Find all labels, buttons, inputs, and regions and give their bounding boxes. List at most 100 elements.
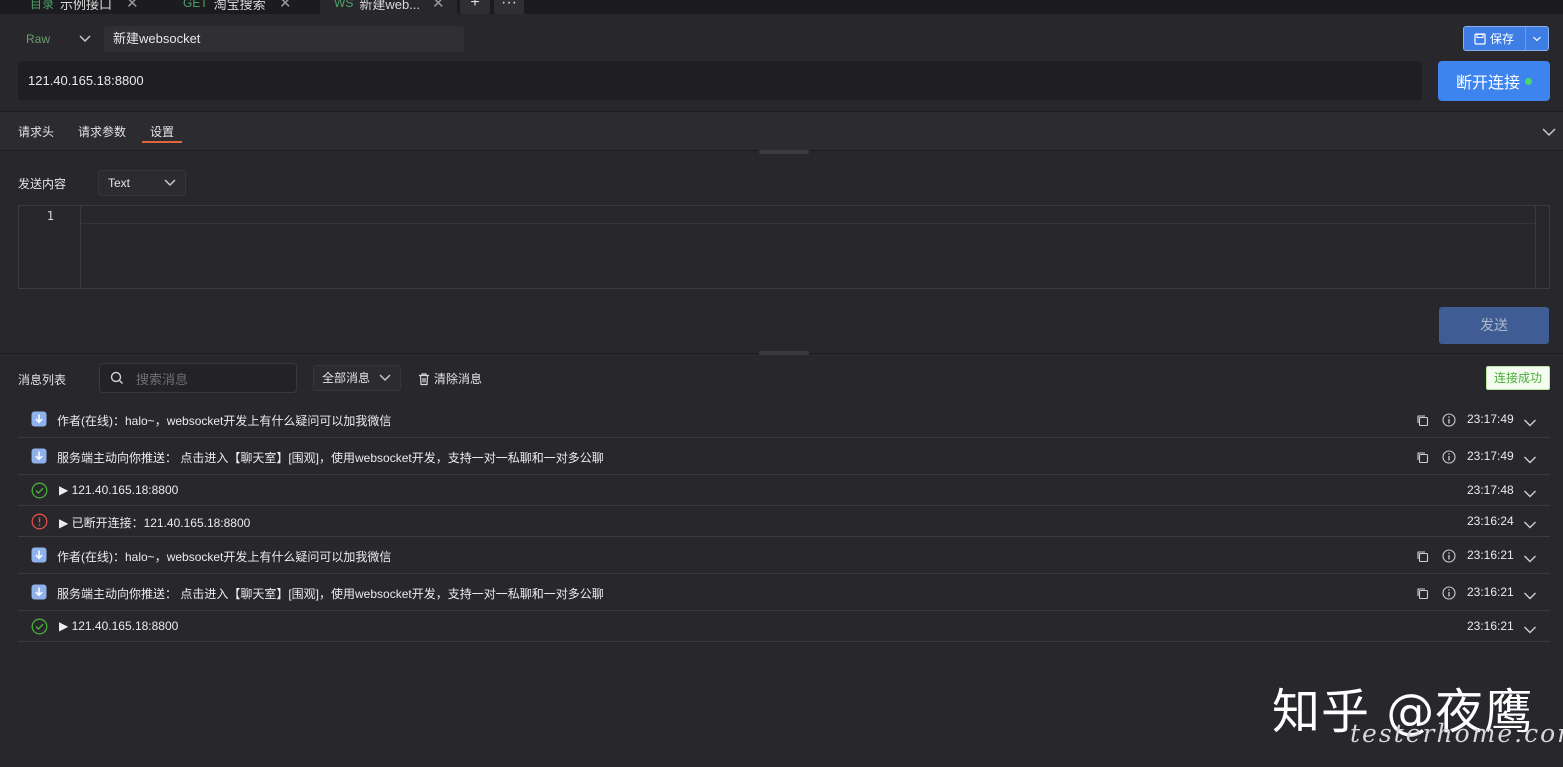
copy-button[interactable] bbox=[1416, 451, 1429, 469]
clear-messages-button[interactable]: 清除消息 bbox=[417, 370, 482, 387]
close-icon[interactable]: ✕ bbox=[279, 0, 292, 12]
message-text: 作者(在线)：halo~，websocket开发上有什么疑问可以加我微信 bbox=[57, 414, 392, 428]
info-icon bbox=[1442, 586, 1456, 600]
message-text: 服务端主动向你推送： 点击进入【聊天室】[围观]，使用websocket开发，支… bbox=[57, 587, 604, 601]
chevron-down-icon bbox=[1524, 490, 1536, 498]
message-time: 23:17:49 bbox=[1467, 412, 1514, 426]
chevron-down-icon bbox=[1524, 626, 1536, 634]
message-time: 23:17:49 bbox=[1467, 449, 1514, 463]
expand-button[interactable] bbox=[1523, 517, 1537, 535]
message-time: 23:16:21 bbox=[1467, 619, 1514, 633]
tab-taobao-search[interactable]: GET 淘宝搜索 ✕ bbox=[183, 0, 308, 14]
message-type-icon bbox=[31, 584, 47, 605]
add-tab-button[interactable]: + bbox=[460, 0, 490, 14]
expand-button[interactable] bbox=[1523, 486, 1537, 504]
message-row[interactable]: 服务端主动向你推送： 点击进入【聊天室】[围观]，使用websocket开发，支… bbox=[18, 574, 1550, 611]
message-row[interactable]: 作者(在线)：halo~，websocket开发上有什么疑问可以加我微信 23:1… bbox=[18, 537, 1550, 574]
message-time: 23:16:24 bbox=[1467, 514, 1514, 528]
message-editor[interactable]: 1 bbox=[18, 205, 1550, 289]
info-button[interactable] bbox=[1442, 413, 1456, 432]
tab-params[interactable]: 请求参数 bbox=[78, 123, 126, 140]
send-button[interactable]: 发送 bbox=[1439, 307, 1549, 344]
chevron-down-icon bbox=[1533, 36, 1541, 41]
current-line bbox=[81, 206, 1535, 224]
active-tab-indicator bbox=[142, 141, 182, 143]
message-text: ▶ 已断开连接：121.40.165.18:8800 bbox=[59, 516, 251, 530]
save-label: 保存 bbox=[1490, 32, 1515, 46]
check-circle-icon bbox=[31, 482, 48, 499]
tab-label: 示例接口 bbox=[60, 0, 113, 12]
tab-method: GET bbox=[183, 0, 208, 10]
copy-button[interactable] bbox=[1416, 587, 1429, 605]
expand-button[interactable] bbox=[1523, 551, 1537, 569]
request-subtabs: 请求头 请求参数 设置 bbox=[0, 111, 1563, 151]
download-arrow-icon bbox=[31, 547, 47, 563]
message-time: 23:16:21 bbox=[1467, 585, 1514, 599]
resize-handle[interactable] bbox=[759, 150, 809, 154]
disconnect-label: 断开连接 bbox=[1455, 75, 1520, 92]
tab-label: 淘宝搜索 bbox=[213, 0, 266, 12]
message-row[interactable]: ▶ 已断开连接：121.40.165.18:8800 23:16:24 bbox=[18, 506, 1550, 537]
save-options-button[interactable] bbox=[1526, 32, 1548, 46]
close-icon[interactable]: ✕ bbox=[432, 0, 445, 12]
clear-messages-label: 清除消息 bbox=[434, 372, 483, 386]
editor-scrollbar[interactable] bbox=[1535, 206, 1549, 288]
disconnect-button[interactable]: 断开连接 bbox=[1438, 61, 1550, 101]
tab-headers[interactable]: 请求头 bbox=[18, 123, 54, 140]
info-button[interactable] bbox=[1442, 549, 1456, 568]
search-placeholder: 搜索消息 bbox=[136, 371, 189, 387]
alert-circle-icon bbox=[31, 513, 48, 530]
info-icon bbox=[1442, 413, 1456, 427]
message-text: ▶ 121.40.165.18:8800 bbox=[59, 483, 179, 497]
message-filter-select[interactable]: 全部消息 bbox=[313, 365, 401, 391]
send-content-label: 发送内容 bbox=[18, 177, 67, 191]
content-type-value: Text bbox=[108, 176, 131, 190]
filter-value: 全部消息 bbox=[322, 371, 371, 385]
message-text: 服务端主动向你推送： 点击进入【聊天室】[围观]，使用websocket开发，支… bbox=[57, 451, 604, 465]
download-arrow-icon bbox=[31, 448, 47, 464]
tab-bar: 目录 示例接口 ✕ GET 淘宝搜索 ✕ WS 新建web... ✕ + ··· bbox=[0, 0, 1563, 14]
message-list-label: 消息列表 bbox=[18, 373, 67, 387]
search-input[interactable]: 搜索消息 bbox=[99, 363, 297, 393]
tab-settings[interactable]: 设置 bbox=[150, 123, 174, 140]
message-type-icon bbox=[31, 448, 47, 469]
save-button[interactable]: 保存 bbox=[1463, 26, 1549, 51]
tab-method: 目录 bbox=[30, 0, 55, 11]
expand-button[interactable] bbox=[1523, 588, 1537, 606]
url-input[interactable]: 121.40.165.18:8800 bbox=[18, 61, 1422, 100]
tab-method: WS bbox=[334, 0, 354, 10]
message-time: 23:16:21 bbox=[1467, 548, 1514, 562]
message-row[interactable]: 作者(在线)：halo~，websocket开发上有什么疑问可以加我微信 23:1… bbox=[18, 401, 1550, 438]
info-button[interactable] bbox=[1442, 586, 1456, 605]
message-row[interactable]: ▶ 121.40.165.18:8800 23:17:48 bbox=[18, 475, 1550, 506]
more-tabs-button[interactable]: ··· bbox=[494, 0, 524, 14]
copy-icon bbox=[1417, 452, 1429, 464]
close-icon[interactable]: ✕ bbox=[126, 0, 139, 12]
expand-button[interactable] bbox=[1523, 452, 1537, 470]
message-row[interactable]: 服务端主动向你推送： 点击进入【聊天室】[围观]，使用websocket开发，支… bbox=[18, 438, 1550, 475]
resize-handle[interactable] bbox=[759, 351, 809, 355]
mode-select[interactable]: Raw bbox=[18, 26, 98, 52]
chevron-down-icon bbox=[164, 179, 176, 187]
check-circle-icon bbox=[31, 618, 48, 635]
chevron-down-icon[interactable] bbox=[1541, 126, 1557, 138]
chevron-down-icon bbox=[1524, 456, 1536, 464]
tab-new-websocket[interactable]: WS 新建web... ✕ bbox=[320, 0, 457, 14]
tab-example-api[interactable]: 目录 示例接口 ✕ bbox=[30, 0, 150, 14]
message-row[interactable]: ▶ 121.40.165.18:8800 23:16:21 bbox=[18, 611, 1550, 642]
expand-button[interactable] bbox=[1523, 415, 1537, 433]
copy-button[interactable] bbox=[1416, 550, 1429, 568]
content-type-select[interactable]: Text bbox=[98, 170, 186, 196]
copy-button[interactable] bbox=[1416, 414, 1429, 432]
message-time: 23:17:48 bbox=[1467, 483, 1514, 497]
copy-icon bbox=[1417, 588, 1429, 600]
search-icon bbox=[110, 371, 123, 384]
message-text: 作者(在线)：halo~，websocket开发上有什么疑问可以加我微信 bbox=[57, 550, 392, 564]
editor-gutter: 1 bbox=[19, 206, 81, 288]
request-name-input[interactable]: 新建websocket bbox=[104, 26, 464, 52]
info-button[interactable] bbox=[1442, 450, 1456, 469]
connection-status-dot bbox=[1525, 77, 1532, 85]
line-number: 1 bbox=[46, 209, 54, 223]
expand-button[interactable] bbox=[1523, 622, 1537, 640]
trash-icon bbox=[419, 372, 429, 385]
